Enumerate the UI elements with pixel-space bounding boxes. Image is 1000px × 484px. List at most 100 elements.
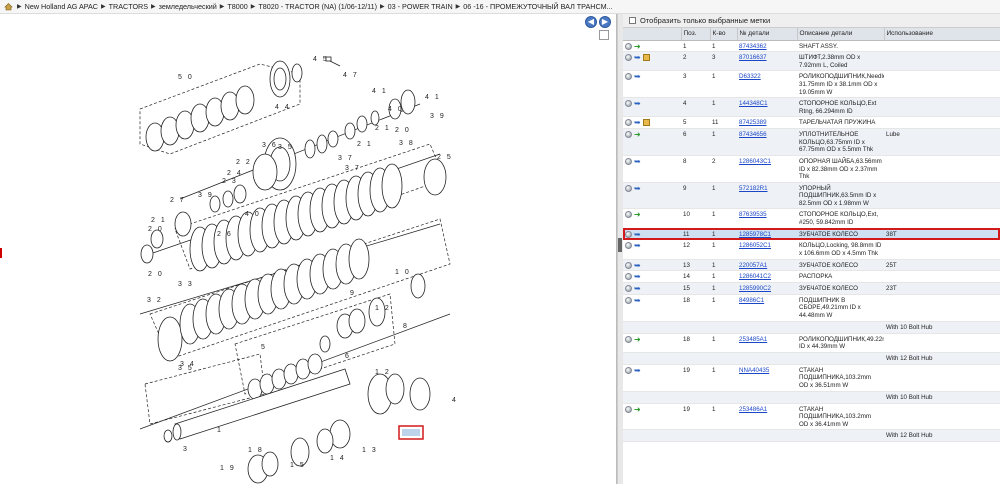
header-usage[interactable]: Использование [884, 28, 1000, 41]
row-part[interactable]: 87434656 [737, 128, 797, 156]
blue-arrow-icon[interactable]: ➥ [634, 100, 641, 108]
zoom-icon[interactable] [625, 285, 632, 293]
table-row[interactable]: ➥ 13 1 220057A1 ЗУБЧАТОЕ КОЛЕСО 25T [623, 259, 1000, 272]
breadcrumb-item[interactable]: ▶ 03 - POWER TRAIN [380, 2, 453, 11]
green-arrow-icon[interactable]: ➜ [634, 131, 641, 139]
table-row[interactable]: ➥ 2 3 87016637 ШТИФТ,2.38mm OD x 7.92mm L, C… [623, 51, 1000, 72]
table-row[interactable]: ➥ 11 1 1285978C1 ЗУБЧАТОЕ КОЛЕСО 38T [623, 228, 1000, 241]
part-number-link[interactable]: 572182R1 [739, 185, 768, 192]
green-arrow-icon[interactable]: ➜ [634, 42, 641, 50]
zoom-icon[interactable] [625, 119, 632, 127]
breadcrumb-label[interactable]: земледельческий [159, 2, 217, 11]
table-row[interactable]: ➜ 1 1 87434362 SHAFT ASSY. [623, 40, 1000, 53]
zoom-icon[interactable] [625, 366, 632, 374]
part-number-link[interactable]: 87425389 [739, 119, 767, 126]
table-row[interactable]: ➥ 3 1 D63322 РОЛИКОПОДШИПНИК,Needle, 31.75mm… [623, 70, 1000, 99]
part-number-link[interactable]: 253485A1 [739, 336, 767, 343]
green-arrow-icon[interactable]: ➜ [634, 405, 641, 413]
green-arrow-icon[interactable]: ➜ [634, 335, 641, 343]
blue-arrow-icon[interactable]: ➥ [634, 366, 641, 374]
part-number-link[interactable]: 87639535 [739, 211, 767, 218]
table-row[interactable]: ➜ 6 1 87434656 УПЛОТНИТЕЛЬНОЕ КОЛЬЦО,63.75mm… [623, 128, 1000, 156]
row-part[interactable]: 1285990C2 [737, 282, 797, 295]
zoom-icon[interactable] [625, 296, 632, 304]
part-number-link[interactable]: D63322 [739, 73, 761, 80]
blue-arrow-icon[interactable]: ➥ [634, 54, 641, 62]
row-part[interactable]: NNA40435 [737, 364, 797, 392]
table-row[interactable]: ➜ 18 1 253485A1 РОЛИКОПОДШИПНИК,49.22mm ID x… [623, 333, 1000, 353]
table-row[interactable]: ➥ 14 1 1286041C2 РАСПОРКА [623, 270, 1000, 284]
breadcrumb-label[interactable]: 06 -16 - ПРОМЕЖУТОЧНЫЙ ВАЛ ТРАНСМ... [463, 2, 612, 11]
package-icon[interactable] [643, 54, 650, 62]
part-number-link[interactable]: 253486A1 [739, 406, 767, 413]
table-row[interactable]: With 10 Bolt Hub [623, 321, 1000, 334]
zoom-icon[interactable] [625, 211, 632, 219]
row-part[interactable]: 87434362 [737, 40, 797, 53]
table-row[interactable]: ➜ 19 1 253486A1 СТАКАН ПОДШИПНИКА,103.2mm OD… [623, 403, 1000, 431]
zoom-icon[interactable] [625, 230, 632, 238]
part-number-link[interactable]: 144348C1 [739, 100, 768, 107]
table-row[interactable]: With 12 Bolt Hub [623, 429, 1000, 443]
blue-arrow-icon[interactable]: ➥ [634, 184, 641, 192]
package-icon[interactable] [643, 119, 650, 127]
blue-arrow-icon[interactable]: ➥ [634, 261, 641, 269]
row-part[interactable]: 220057A1 [737, 259, 797, 272]
part-number-link[interactable]: 87434656 [739, 131, 767, 138]
breadcrumb-item[interactable]: ▶ T8000 [220, 2, 248, 11]
row-part[interactable]: 87639535 [737, 208, 797, 229]
table-row[interactable]: With 12 Bolt Hub [623, 352, 1000, 365]
splitter-handle[interactable] [618, 238, 622, 252]
zoom-icon[interactable] [625, 335, 632, 343]
blue-arrow-icon[interactable]: ➥ [634, 273, 641, 281]
zoom-icon[interactable] [625, 157, 632, 165]
home-icon[interactable] [4, 2, 13, 11]
table-row[interactable]: ➥ 12 1 1286052C1 КОЛЬЦО,Locking, 98.8mm ID x… [623, 239, 1000, 260]
breadcrumb-label[interactable]: TRACTORS [109, 2, 148, 11]
part-number-link[interactable]: 1285978C1 [739, 231, 771, 238]
table-row[interactable]: ➥ 8 2 1286043C1 ОПОРНАЯ ШАЙБА,63.56mm ID x 8… [623, 155, 1000, 183]
breadcrumb-item[interactable]: ▶ 06 -16 - ПРОМЕЖУТОЧНЫЙ ВАЛ ТРАНСМ... [456, 2, 613, 11]
row-part[interactable]: 1285978C1 [737, 228, 797, 241]
zoom-icon[interactable] [625, 184, 632, 192]
zoom-icon[interactable] [625, 405, 632, 413]
breadcrumb-label[interactable]: New Holland AG APAC [25, 2, 98, 11]
header-qty[interactable]: К-во [710, 28, 738, 41]
show-selected-checkbox[interactable] [629, 17, 636, 24]
part-number-link[interactable]: 1286041C2 [739, 273, 771, 280]
breadcrumb-label[interactable]: T8000 [227, 2, 247, 11]
part-number-link[interactable]: 87016637 [739, 54, 767, 61]
breadcrumb-label[interactable]: T8020 - TRACTOR (NA) (1/06-12/11) [258, 2, 377, 11]
blue-arrow-icon[interactable]: ➥ [634, 285, 641, 293]
zoom-icon[interactable] [625, 54, 632, 62]
zoom-icon[interactable] [625, 100, 632, 108]
part-number-link[interactable]: 220057A1 [739, 262, 767, 269]
row-part[interactable]: 1286043C1 [737, 155, 797, 183]
part-number-link[interactable]: 1286052C1 [739, 242, 771, 249]
table-row[interactable]: ➥ 5 11 87425389 ТАРЕЛЬЧАТАЯ ПРУЖИНА [623, 116, 1000, 130]
table-row[interactable]: ➥ 19 1 NNA40435 СТАКАН ПОДШИПНИКА,103.2mm OD… [623, 364, 1000, 392]
table-row[interactable]: ➥ 4 1 144348C1 СТОПОРНОЕ КОЛЬЦО,Ext Rtng, 66… [623, 97, 1000, 118]
row-part[interactable]: 253486A1 [737, 403, 797, 431]
part-number-link[interactable]: NNA40435 [739, 367, 769, 374]
breadcrumb-item[interactable]: ▶ TRACTORS [101, 2, 148, 11]
row-part[interactable]: 87425389 [737, 116, 797, 130]
zoom-icon[interactable] [625, 73, 632, 81]
zoom-icon[interactable] [625, 273, 632, 281]
blue-arrow-icon[interactable]: ➥ [634, 230, 641, 238]
blue-arrow-icon[interactable]: ➥ [634, 119, 641, 127]
breadcrumb-item[interactable]: ▶ New Holland AG APAC [17, 2, 98, 11]
header-part[interactable]: № детали [737, 28, 798, 41]
row-part[interactable]: 84986C1 [737, 294, 797, 322]
table-row[interactable]: ➥ 18 1 84986C1 ПОДШИПНИК В СБОРЕ,49.21mm ID … [623, 294, 1000, 322]
row-part[interactable]: 1286052C1 [737, 239, 797, 260]
show-selected-label[interactable]: Отобразить только выбранные метки [640, 16, 770, 25]
breadcrumb-item[interactable]: ▶ земледельческий [151, 2, 217, 11]
zoom-icon[interactable] [625, 242, 632, 250]
part-number-link[interactable]: 1285990C2 [739, 285, 771, 292]
part-number-link[interactable]: 84986C1 [739, 297, 764, 304]
row-part[interactable]: D63322 [737, 70, 797, 99]
breadcrumb-item[interactable]: ▶ T8020 - TRACTOR (NA) (1/06-12/11) [251, 2, 377, 11]
header-pos[interactable]: Поз. [681, 28, 711, 41]
header-desc[interactable]: Описание детали [797, 28, 885, 41]
zoom-icon[interactable] [625, 261, 632, 269]
